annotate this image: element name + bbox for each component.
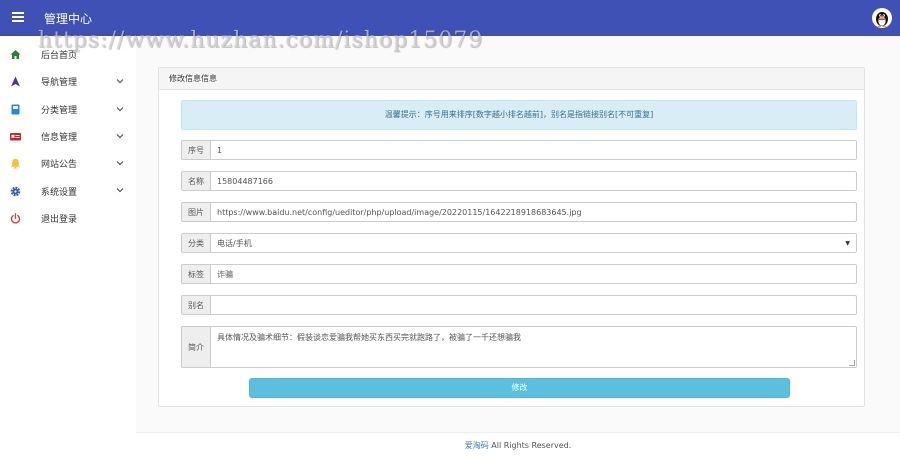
sidebar-item-logout[interactable]: 退出登录 bbox=[0, 205, 136, 232]
field-label: 图片 bbox=[181, 202, 210, 222]
field-label: 序号 bbox=[181, 140, 210, 160]
home-icon bbox=[10, 49, 21, 60]
sidebar-item-label: 退出登录 bbox=[41, 214, 78, 225]
tag-input[interactable]: 诈骗 bbox=[210, 264, 857, 284]
sidebar-item-label: 导航管理 bbox=[41, 78, 78, 89]
field-label: 标签 bbox=[181, 264, 210, 284]
chevron-down-icon bbox=[116, 79, 124, 84]
panel-title: 修改信息信息 bbox=[159, 68, 864, 90]
footer-copyright: All Rights Reserved. bbox=[488, 441, 572, 450]
chevron-down-icon bbox=[116, 106, 124, 111]
resize-handle-icon[interactable] bbox=[849, 360, 855, 366]
sidebar-item-label: 后台首页 bbox=[41, 51, 78, 62]
form-row-image: 图片 https://www.baidu.net/config/ueditor/… bbox=[181, 202, 857, 222]
footer: 爱淘码 All Rights Reserved. bbox=[136, 432, 900, 462]
caret-down-icon: ▼ bbox=[845, 239, 850, 247]
field-label: 分类 bbox=[181, 233, 210, 253]
category-select[interactable]: 电话/手机 ▼ bbox=[210, 233, 857, 253]
power-icon bbox=[10, 213, 21, 224]
field-label: 简介 bbox=[181, 326, 210, 368]
gear-icon bbox=[10, 186, 21, 197]
id-card-icon bbox=[10, 131, 21, 142]
form-row-tag: 标签 诈骗 bbox=[181, 264, 857, 284]
sidebar-item-settings[interactable]: 系统设置 bbox=[0, 177, 136, 204]
category-selected-value: 电话/手机 bbox=[217, 238, 252, 248]
sidebar-item-home[interactable]: 后台首页 bbox=[0, 41, 136, 68]
top-bar: 管理中心 bbox=[0, 0, 900, 36]
footer-brand-link[interactable]: 爱淘码 bbox=[465, 441, 489, 450]
form-row-alias: 别名 bbox=[181, 295, 857, 315]
navigation-arrow-icon bbox=[10, 76, 21, 87]
form-row-category: 分类 电话/手机 ▼ bbox=[181, 233, 857, 253]
chevron-down-icon bbox=[116, 133, 124, 139]
form-row-description: 简介 具体情况及骗术细节：假装谈恋爱骗我帮她买东西买完就跑路了，被骗了一千还想骗… bbox=[181, 326, 857, 368]
image-url-input[interactable]: https://www.baidu.net/config/ueditor/php… bbox=[210, 202, 857, 222]
sort-order-input[interactable]: 1 bbox=[210, 140, 857, 160]
sidebar-item-label: 分类管理 bbox=[41, 105, 78, 116]
form-row-name: 名称 15804487166 bbox=[181, 171, 857, 191]
form-row-sort: 序号 1 bbox=[181, 140, 857, 160]
field-label: 名称 bbox=[181, 171, 210, 191]
sidebar-item-label: 系统设置 bbox=[41, 187, 78, 198]
main-content: 修改信息信息 温馨提示：序号用来排序[数字越小排名越前]，别名是指链接别名[不可… bbox=[136, 36, 900, 462]
app-title: 管理中心 bbox=[44, 12, 93, 26]
description-textarea[interactable]: 具体情况及骗术细节：假装谈恋爱骗我帮她买东西买完就跑路了，被骗了一千还想骗我 bbox=[210, 326, 857, 368]
chevron-down-icon bbox=[116, 188, 124, 193]
submit-button[interactable]: 修改 bbox=[249, 378, 790, 398]
sidebar: 后台首页 导航管理 分类管理 信息管理 网站公告 系统设置 退出登录 bbox=[0, 36, 136, 462]
menu-toggle-button[interactable] bbox=[12, 12, 24, 22]
alias-input[interactable] bbox=[210, 295, 857, 315]
sidebar-item-label: 信息管理 bbox=[41, 133, 78, 144]
book-icon bbox=[10, 104, 21, 115]
description-text: 具体情况及骗术细节：假装谈恋爱骗我帮她买东西买完就跑路了，被骗了一千还想骗我 bbox=[217, 333, 521, 342]
field-label: 别名 bbox=[181, 295, 210, 315]
chevron-down-icon bbox=[116, 161, 124, 166]
sidebar-item-label: 网站公告 bbox=[41, 160, 78, 171]
bell-icon bbox=[10, 158, 21, 170]
tip-alert: 温馨提示：序号用来排序[数字越小排名越前]，别名是指链接别名[不可重复] bbox=[181, 100, 857, 130]
edit-panel: 修改信息信息 温馨提示：序号用来排序[数字越小排名越前]，别名是指链接别名[不可… bbox=[158, 67, 865, 407]
name-input[interactable]: 15804487166 bbox=[210, 171, 857, 191]
sidebar-item-navigation[interactable]: 导航管理 bbox=[0, 68, 136, 95]
penguin-avatar-icon bbox=[876, 12, 888, 28]
sidebar-item-category[interactable]: 分类管理 bbox=[0, 96, 136, 123]
user-avatar[interactable] bbox=[872, 8, 892, 28]
sidebar-item-info[interactable]: 信息管理 bbox=[0, 123, 136, 150]
sidebar-item-announcement[interactable]: 网站公告 bbox=[0, 150, 136, 177]
